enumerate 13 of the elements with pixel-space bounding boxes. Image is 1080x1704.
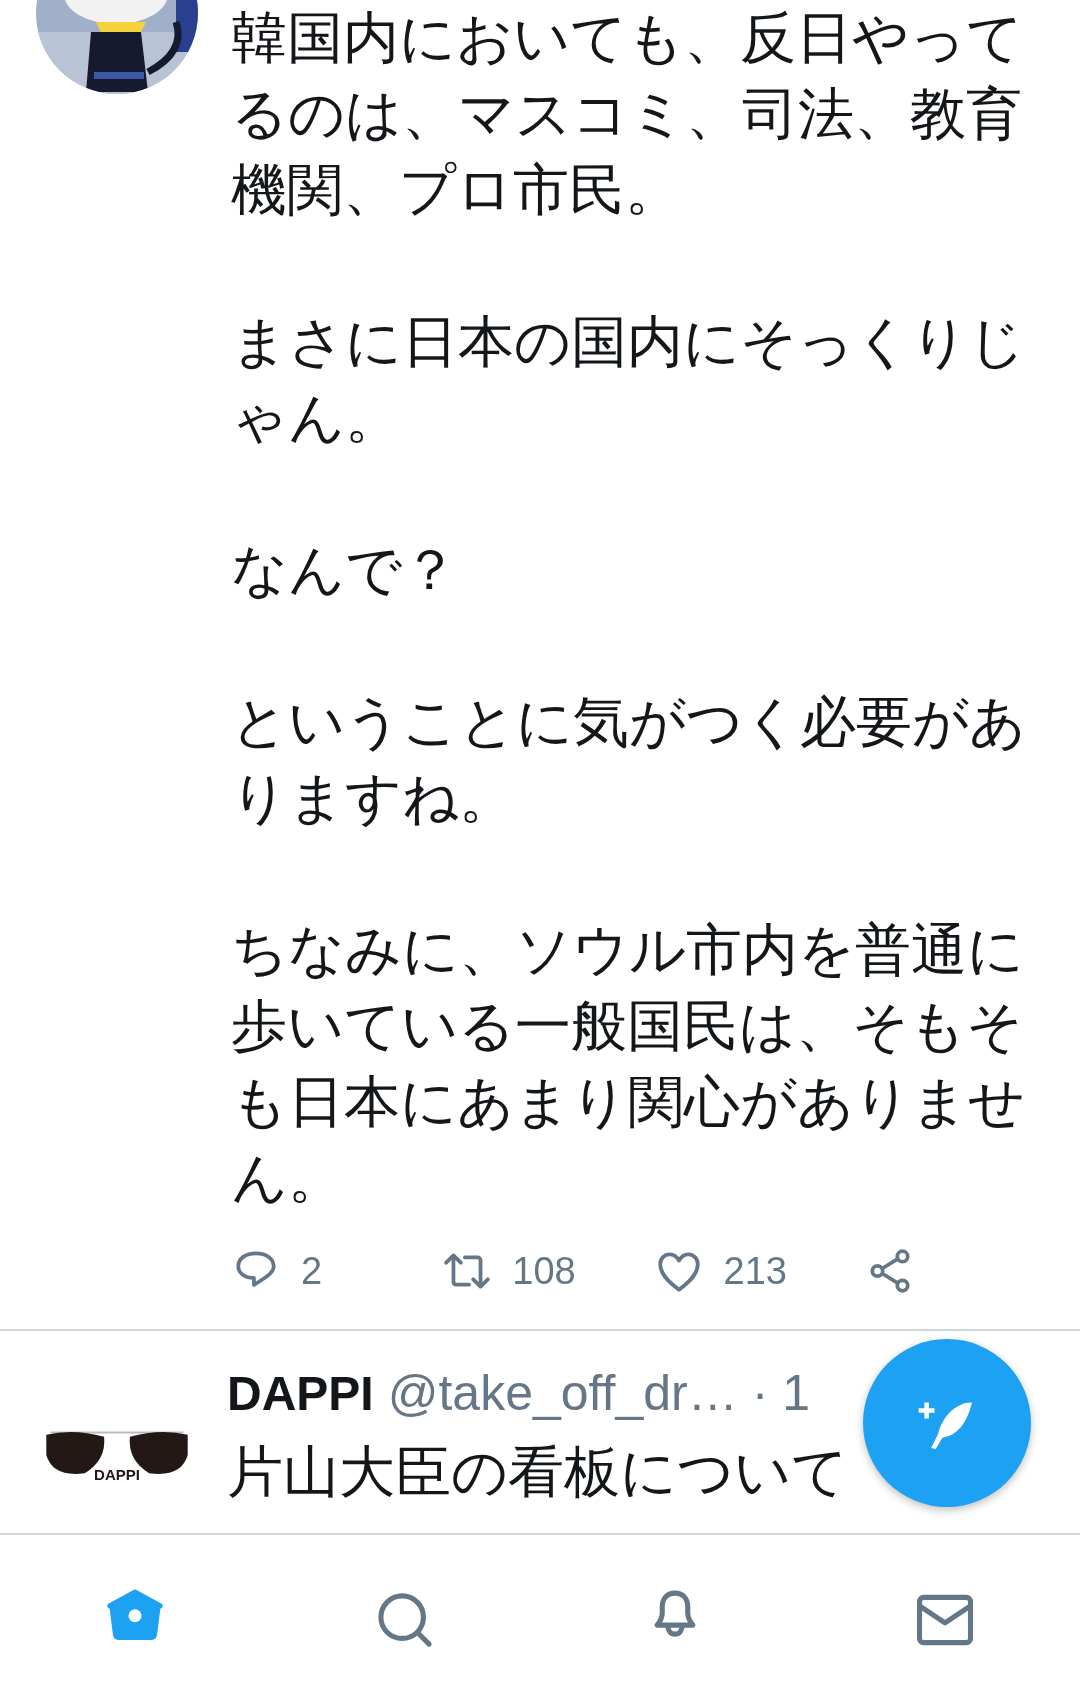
action-count: 108 xyxy=(512,1249,576,1293)
user-handle: @take_off_dr… xyxy=(387,1364,738,1422)
action-count: 213 xyxy=(723,1249,787,1293)
tweet-text: 韓国内においても、反日やってるのは、マスコミ、司法、教育機関、プロ市民。 xyxy=(231,6,1024,223)
tweet-text: ちなみに、ソウル市内を普通に歩いている一般国民は、そもそも日本にあまり関心がありません。 xyxy=(231,918,1026,1211)
tweet-text: まさに日本の国内にそっくりじゃん。 xyxy=(231,310,1026,451)
action-count: 2 xyxy=(301,1249,323,1293)
tweet-text: ということに気がつく必要がありますね。 xyxy=(231,690,1027,831)
user-name[interactable]: DAPPI xyxy=(227,1366,374,1421)
tweet-text: 片山大臣の看板について xyxy=(227,1440,848,1505)
tweet-text: なんで？ xyxy=(231,538,459,603)
logo-text: DAPPI xyxy=(94,1466,140,1483)
tweet-time: · 1 xyxy=(751,1364,811,1422)
